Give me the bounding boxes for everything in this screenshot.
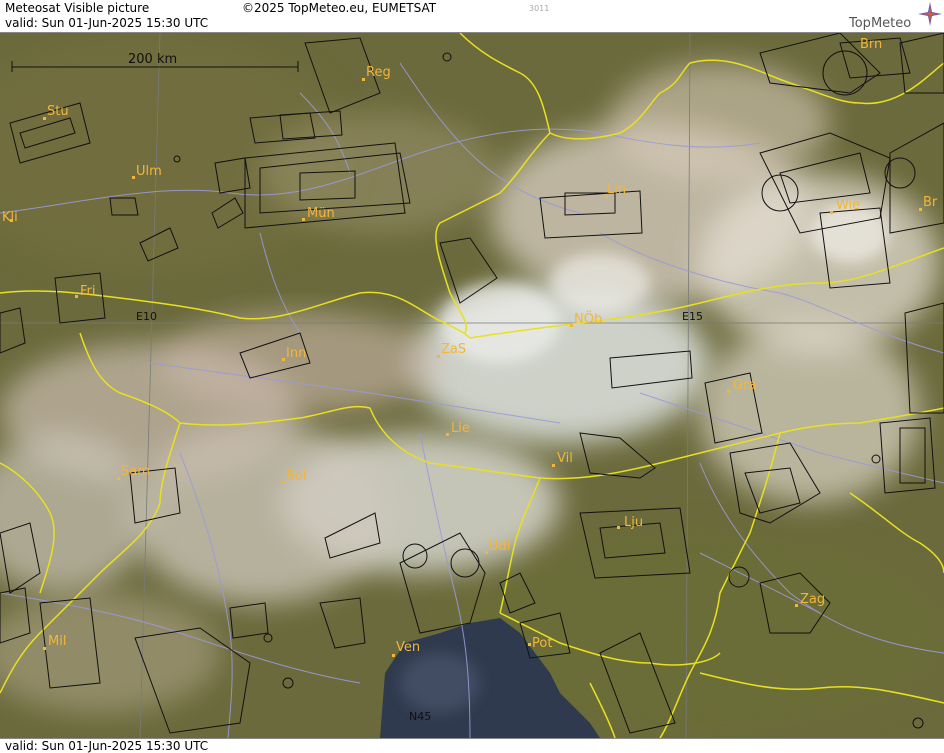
map-canvas: 200 km E10 E15 N45 Reg Brn Stu Ulm Mün L [0, 33, 944, 738]
footer-bar: valid: Sun 01-Jun-2025 15:30 UTC [0, 738, 944, 753]
city-udi[interactable]: Udi [489, 539, 510, 554]
city-lju[interactable]: Lju [624, 515, 643, 530]
city-bol[interactable]: Bol [286, 469, 306, 484]
city-stu[interactable]: Stu [47, 104, 69, 119]
topmeteo-logo[interactable]: TopMeteo [849, 16, 911, 31]
city-ven[interactable]: Ven [396, 640, 420, 655]
city-br[interactable]: Br [923, 195, 938, 210]
city-pot[interactable]: Pot [532, 636, 552, 651]
city-lie[interactable]: Lie [451, 421, 470, 436]
city-ulm[interactable]: Ulm [136, 164, 162, 179]
city-reg[interactable]: Reg [366, 65, 391, 80]
topmeteo-star-icon [918, 2, 942, 26]
city-gra[interactable]: Gra [733, 378, 756, 393]
city-mun[interactable]: Mün [307, 206, 335, 221]
copyright: ©2025 TopMeteo.eu, EUMETSAT [242, 1, 437, 15]
city-nob[interactable]: NÖb [574, 310, 602, 327]
city-fri[interactable]: Fri [80, 284, 96, 299]
city-zag[interactable]: Zag [800, 592, 825, 607]
city-lin[interactable]: Lin [607, 182, 626, 197]
satellite-map[interactable]: 200 km E10 E15 N45 Reg Brn Stu Ulm Mün L [0, 33, 944, 738]
city-zas[interactable]: ZaS [441, 342, 466, 357]
grid-label-n45: N45 [409, 710, 431, 723]
image-number: 3011 [529, 4, 550, 13]
grid-label-e15: E15 [682, 310, 703, 323]
city-sam[interactable]: Sam [121, 464, 150, 479]
map-title: Meteosat Visible picture [5, 1, 150, 15]
city-vil[interactable]: Vil [557, 451, 573, 466]
city-mil[interactable]: Mil [48, 634, 66, 649]
footer-valid-time: valid: Sun 01-Jun-2025 15:30 UTC [5, 739, 209, 753]
grid-label-e10: E10 [136, 310, 157, 323]
header-bar: Meteosat Visible picture valid: Sun 01-J… [0, 0, 944, 33]
valid-time: valid: Sun 01-Jun-2025 15:30 UTC [5, 16, 209, 30]
scale-label: 200 km [128, 52, 177, 67]
city-brn[interactable]: Brn [860, 37, 882, 52]
city-wie[interactable]: Wie [836, 198, 860, 213]
city-kli[interactable]: Kli [2, 210, 18, 225]
city-inn[interactable]: Inn [286, 346, 306, 361]
